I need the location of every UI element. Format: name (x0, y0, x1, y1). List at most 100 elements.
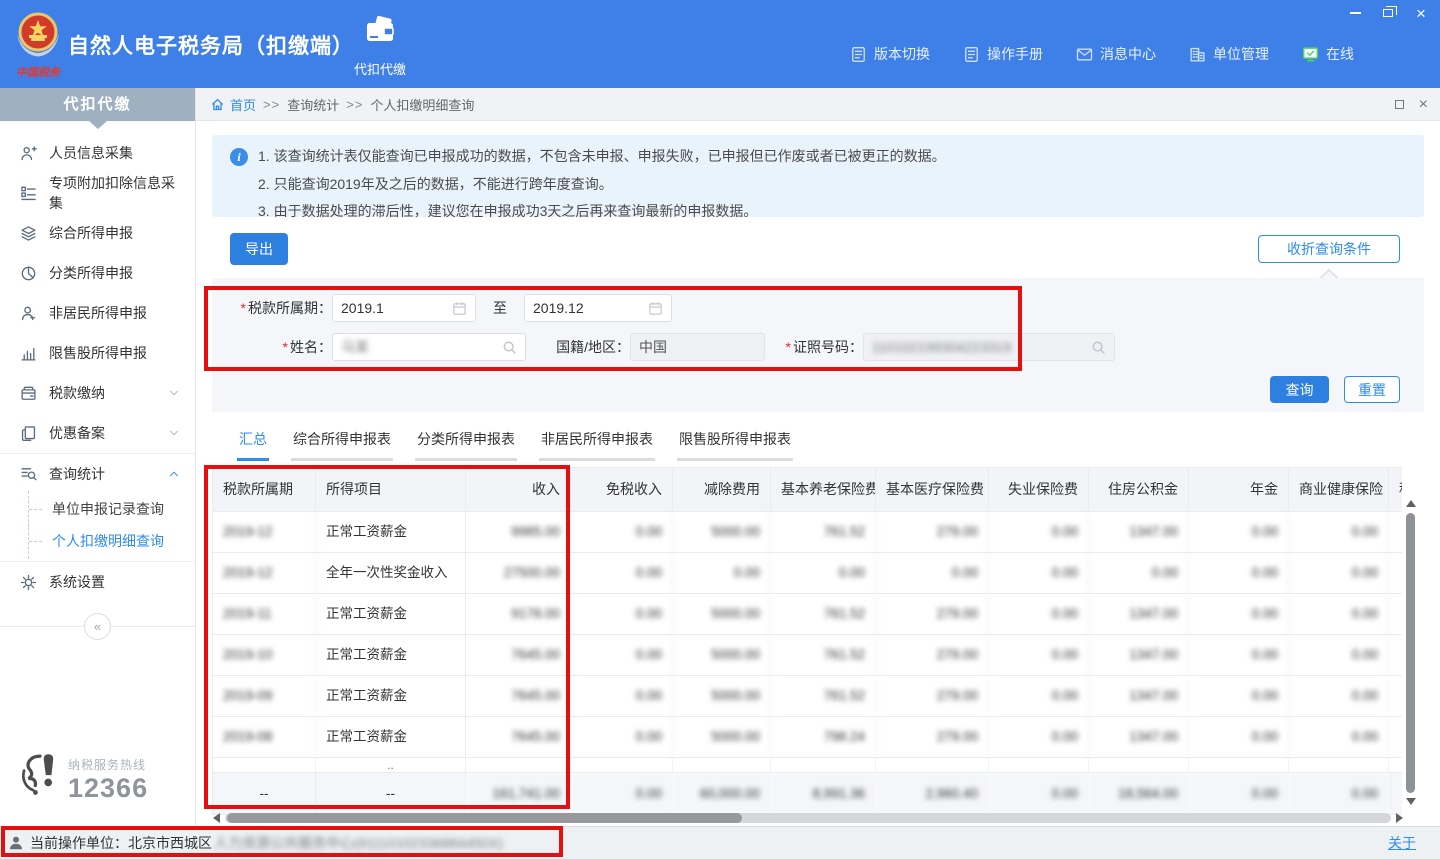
reset-button[interactable]: 重置 (1344, 376, 1400, 403)
table-cell: 0.00 (1189, 773, 1289, 814)
header-menu-manual[interactable]: 操作手册 (963, 44, 1043, 64)
table-cell: 0.00 (1289, 512, 1389, 552)
panel-restore-icon[interactable] (1395, 100, 1404, 109)
about-link[interactable]: 关于 (1388, 833, 1416, 853)
sidebar-subitem-label: 个人扣缴明细查询 (52, 533, 164, 549)
column-header: 税款所属期 (213, 468, 316, 511)
name-value-masked: 马某 (341, 337, 369, 357)
table-cell (213, 758, 316, 772)
sidebar-item-label: 专项附加扣除信息采集 (49, 173, 181, 213)
horizontal-scrollbar-thumb[interactable] (227, 813, 742, 823)
table-cell (1389, 676, 1402, 716)
id-number-label: *证照号码： (785, 337, 863, 357)
breadcrumb-home-link[interactable]: 首页 (230, 95, 256, 114)
scroll-right-arrow-icon[interactable] (1396, 813, 1403, 823)
sidebar-item-personal-withholding-details[interactable]: 个人扣缴明细查询 (0, 525, 195, 557)
period-from-input[interactable]: 2019.1 (332, 294, 476, 322)
window-restore-button[interactable] (1379, 4, 1397, 22)
sidebar-item-restricted-shares[interactable]: 限售股所得申报 (0, 333, 195, 373)
sidebar-item-nonresident-income[interactable]: 非居民所得申报 (0, 293, 195, 333)
scroll-left-arrow-icon[interactable] (213, 813, 220, 823)
sidebar-section-title: 代扣代缴 (0, 88, 195, 121)
table-cell: 2019-09 (213, 676, 316, 716)
table-cell: 2019-08 (213, 717, 316, 757)
table-cell: 5000.00 (673, 676, 771, 716)
header-menu: 版本切换 操作手册 消息中心 单位管理 在线 (850, 44, 1354, 64)
vertical-scrollbar[interactable] (1405, 467, 1417, 810)
table-cell: 0.00 (876, 553, 989, 593)
query-button[interactable]: 查询 (1270, 376, 1329, 403)
tab-summary[interactable]: 汇总 (237, 429, 269, 461)
table-cell: 2019-12 (213, 512, 316, 552)
current-unit-masked: 人力资源公共服务中心(91110102336884450X) (214, 833, 503, 853)
sidebar-item-personnel-info[interactable]: 人员信息采集 (0, 133, 195, 173)
chevron-up-icon (167, 467, 181, 481)
hotline-number: 12366 (68, 773, 148, 803)
tab-restricted-shares-return[interactable]: 限售股所得申报表 (677, 429, 793, 461)
table-cell: 1347.00 (1089, 594, 1189, 634)
table-cell: 2019-10 (213, 635, 316, 675)
hotline-logo: 纳税服务热线 12366 (20, 751, 148, 808)
vertical-scrollbar-thumb[interactable] (1406, 513, 1415, 793)
scroll-down-arrow-icon[interactable] (1406, 798, 1416, 805)
export-button[interactable]: 导出 (230, 233, 288, 265)
table-cell (571, 758, 673, 772)
table-cell: 279.00 (876, 717, 989, 757)
sidebar-collapse-button[interactable]: « (84, 613, 111, 640)
table-cell: 18,564.00 (1089, 773, 1189, 814)
period-from-value: 2019.1 (341, 300, 384, 316)
calendar-icon[interactable] (452, 301, 467, 316)
layers-icon (20, 225, 37, 242)
table-cell: -- (316, 773, 466, 814)
table-cell (466, 758, 571, 772)
scroll-up-arrow-icon[interactable] (1406, 500, 1416, 507)
table-cell: 0.00 (1189, 594, 1289, 634)
calendar-icon[interactable] (648, 301, 663, 316)
search-icon[interactable] (1091, 340, 1106, 355)
search-icon[interactable] (502, 340, 517, 355)
table-cell: 2,960.40 (876, 773, 989, 814)
status-bar: 当前操作单位：北京市西城区 人力资源公共服务中心(911101023368844… (0, 826, 1440, 859)
header-menu-online-status[interactable]: 在线 (1302, 44, 1354, 64)
sidebar-item-unit-declare-records[interactable]: 单位申报记录查询 (0, 493, 195, 525)
sidebar-item-system-settings[interactable]: 系统设置 (0, 562, 195, 602)
sidebar-item-tax-payment[interactable]: 税款缴纳 (0, 373, 195, 413)
tab-withholding[interactable]: 代扣代缴 (345, 13, 415, 78)
message-center-label: 消息中心 (1100, 44, 1156, 64)
sidebar-item-special-deduction[interactable]: 专项附加扣除信息采集 (0, 173, 195, 213)
tab-comprehensive-return[interactable]: 综合所得申报表 (291, 429, 393, 461)
primary-tab-label: 代扣代缴 (345, 59, 415, 78)
column-header: 失业保险费 (989, 468, 1089, 511)
panel-close-icon[interactable]: × (1419, 97, 1428, 113)
sidebar-item-classified-income[interactable]: 分类所得申报 (0, 253, 195, 293)
table-cell: 8,991.36 (771, 773, 876, 814)
name-input[interactable]: 马某 (332, 333, 526, 361)
table-cell: 5000.00 (673, 635, 771, 675)
table-cell: 27500.00 (466, 553, 571, 593)
tab-nonresident-return[interactable]: 非居民所得申报表 (539, 429, 655, 461)
panel-controls: × (1395, 88, 1428, 121)
chevron-down-icon (167, 386, 181, 400)
table-cell: 正常工资薪金 (316, 594, 466, 634)
table-cell: 0.00 (989, 512, 1089, 552)
table-row: 2019-12全年一次性奖金收入27500.000.000.000.000.00… (213, 553, 1402, 594)
header-menu-org-management[interactable]: 单位管理 (1189, 44, 1269, 64)
window-close-button[interactable]: × (1412, 4, 1430, 22)
table-cell: 761.52 (771, 676, 876, 716)
sidebar-item-preferential-filing[interactable]: 优惠备案 (0, 413, 195, 453)
home-icon (210, 97, 225, 112)
collapse-query-conditions-button[interactable]: 收折查询条件 (1258, 235, 1400, 263)
hotline-caption: 纳税服务热线 (68, 758, 146, 772)
sidebar-submenu: 单位申报记录查询个人扣缴明细查询 (0, 493, 195, 562)
sidebar-item-query-statistics[interactable]: 查询统计 (0, 453, 195, 493)
table-cell: 0.00 (989, 553, 1089, 593)
horizontal-scrollbar[interactable] (213, 812, 1403, 824)
sidebar-item-comprehensive-income[interactable]: 综合所得申报 (0, 213, 195, 253)
window-minimize-button[interactable] (1346, 4, 1364, 22)
header-menu-message-center[interactable]: 消息中心 (1076, 44, 1156, 64)
result-tabs: 汇总综合所得申报表分类所得申报表非居民所得申报表限售股所得申报表 (237, 429, 793, 461)
header-menu-version-switch[interactable]: 版本切换 (850, 44, 930, 64)
period-to-input[interactable]: 2019.12 (524, 294, 672, 322)
tab-classified-return[interactable]: 分类所得申报表 (415, 429, 517, 461)
table-row: 2019-08正常工资薪金7645.000.005000.00798.24279… (213, 717, 1402, 758)
